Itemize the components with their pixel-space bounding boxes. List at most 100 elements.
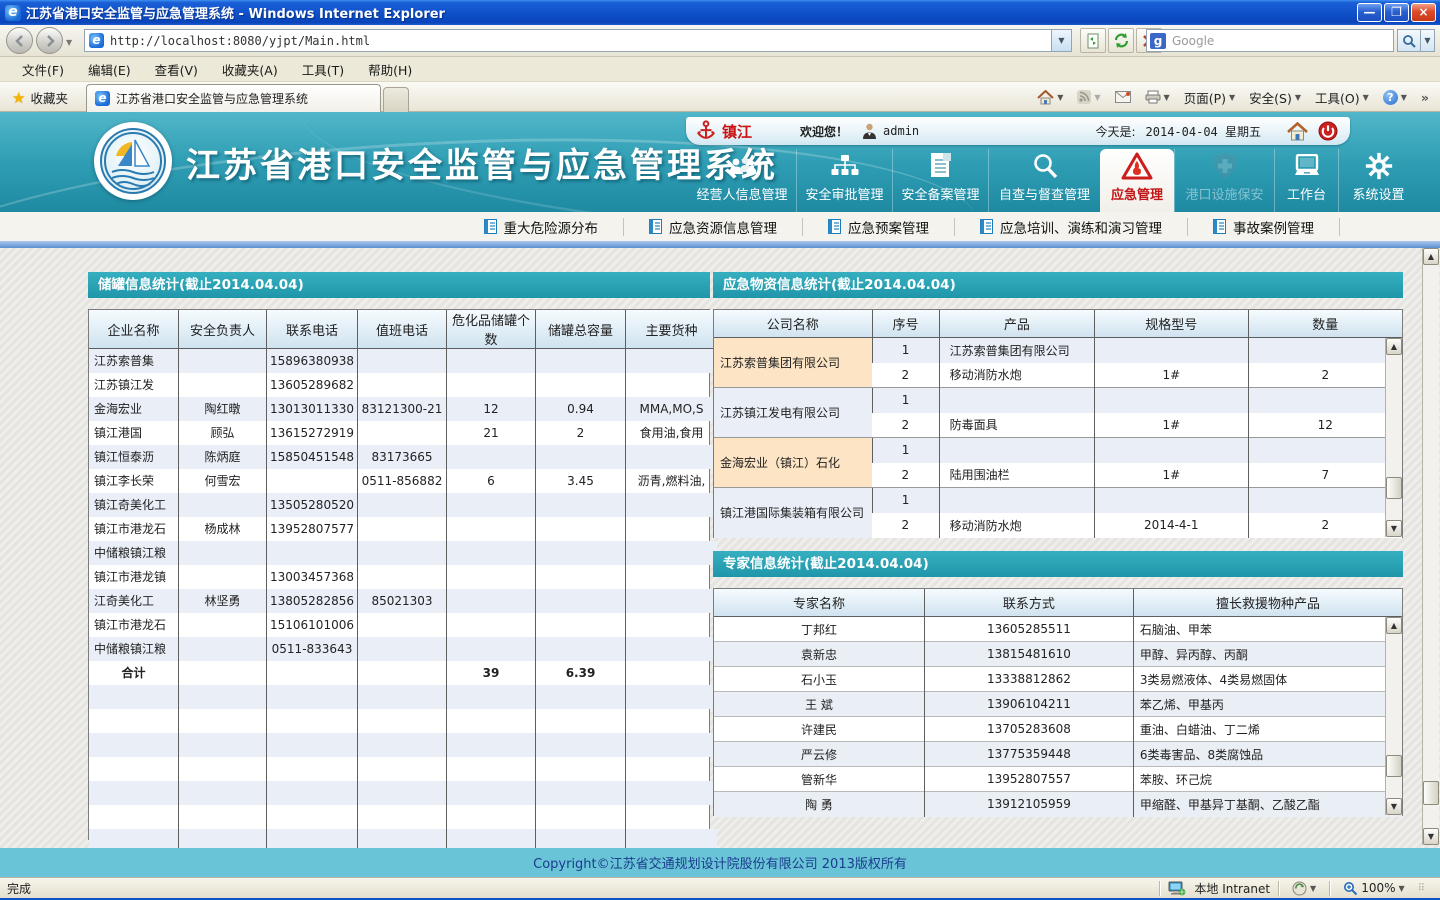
submenu-item-4[interactable]: 应急培训、演练和演习管理 (955, 218, 1188, 236)
table-cell: 2 (1248, 363, 1402, 388)
browser-tab[interactable]: e 江苏省港口安全监管与应急管理系统 (86, 84, 381, 112)
address-dropdown-button[interactable]: ▼ (1052, 29, 1072, 52)
history-dropdown[interactable]: ▼ (66, 38, 72, 47)
restore-button[interactable]: ❐ (1384, 3, 1409, 22)
search-go-button[interactable] (1397, 29, 1421, 52)
nav-item-label: 安全备案管理 (901, 184, 979, 203)
nav-item-port-security[interactable]: 港口设施保安 (1174, 149, 1274, 212)
safety-menu[interactable]: 安全(S)▼ (1244, 85, 1306, 110)
nav-item-safety-approval[interactable]: 安全审批管理 (796, 149, 892, 212)
nav-item-workbench[interactable]: 工作台 (1274, 149, 1338, 212)
table-cell: 83173665 (358, 445, 447, 469)
table-cell (626, 685, 718, 709)
forward-button[interactable] (36, 27, 63, 54)
tab-ie-icon: e (95, 91, 110, 106)
overflow-chevron[interactable]: » (1416, 87, 1434, 108)
feeds-button[interactable]: ▼ (1072, 87, 1105, 107)
table-cell (179, 685, 267, 709)
menu-item[interactable]: 工具(T) (290, 58, 356, 81)
experts-scrollbar[interactable]: ▲ ▼ (1385, 617, 1402, 815)
scroll-down-button[interactable]: ▼ (1423, 828, 1439, 845)
scroll-up-button[interactable]: ▲ (1386, 617, 1402, 634)
submenu-item-5[interactable]: 事故案例管理 (1188, 218, 1340, 236)
scroll-down-button[interactable]: ▼ (1386, 520, 1402, 537)
read-mail-button[interactable] (1110, 88, 1136, 106)
table-cell: 苯乙烯、甲基丙 (1133, 692, 1402, 717)
nav-item-settings[interactable]: 系统设置 (1338, 149, 1418, 212)
main-nav: 经营人信息管理安全审批管理安全备案管理自查与督查管理应急管理港口设施保安工作台系… (688, 149, 1440, 212)
scroll-down-button[interactable]: ▼ (1386, 798, 1402, 815)
logout-power-icon[interactable] (1318, 121, 1338, 141)
search-options-dropdown[interactable]: ▼ (1421, 29, 1435, 52)
scroll-thumb[interactable] (1386, 477, 1402, 499)
table-cell (1248, 488, 1402, 513)
menu-item[interactable]: 收藏夹(A) (210, 58, 290, 81)
minimize-button[interactable]: — (1357, 3, 1382, 22)
table-cell (179, 373, 267, 397)
table-cell (536, 709, 626, 733)
resize-grip[interactable]: ⠿ (1418, 883, 1426, 894)
close-button[interactable]: × (1411, 3, 1436, 22)
menu-item[interactable]: 编辑(E) (76, 58, 143, 81)
tools-menu[interactable]: 工具(O)▼ (1310, 85, 1374, 110)
table-cell (447, 637, 536, 661)
table-cell (447, 613, 536, 637)
table-cell (358, 565, 447, 589)
new-tab-stub[interactable] (383, 87, 409, 112)
table-cell (179, 541, 267, 565)
scroll-thumb[interactable] (1386, 755, 1402, 777)
table-cell: 中储粮镇江粮 (89, 541, 179, 565)
table-cell (1248, 388, 1402, 413)
nav-item-operator-info[interactable]: 经营人信息管理 (688, 149, 796, 212)
nav-item-emergency[interactable]: 应急管理 (1100, 149, 1174, 212)
table-row: 镇江恒泰沥陈炳庭1585045154883173665 (89, 445, 717, 469)
page-scrollbar[interactable]: ▲ ▼ (1422, 248, 1439, 845)
table-cell: 苯胺、环己烷 (1133, 767, 1402, 792)
refresh-button[interactable] (1108, 28, 1134, 53)
table-row (89, 805, 717, 829)
menu-item[interactable]: 帮助(H) (356, 58, 424, 81)
help-button[interactable]: ? ▼ (1378, 87, 1412, 108)
submenu-item-2[interactable]: 应急资源信息管理 (624, 218, 803, 236)
home-shortcut-icon[interactable] (1287, 122, 1308, 141)
menu-item[interactable]: 文件(F) (10, 58, 76, 81)
company-cell: 江苏索普集团有限公司 (714, 338, 872, 388)
address-input[interactable]: e http://localhost:8080/yjpt/Main.html (84, 29, 1052, 52)
protected-mode-button[interactable]: ▼ (1287, 878, 1321, 899)
submenu-item-3[interactable]: 应急预案管理 (803, 218, 955, 236)
people-icon (727, 153, 757, 180)
back-button[interactable] (6, 27, 33, 54)
menu-item[interactable]: 查看(V) (143, 58, 210, 81)
welcome-strip: 镇江 欢迎您！ admin 今天是: 2014-04-04 星期五 (686, 117, 1350, 145)
submenu-item-1[interactable]: 重大危险源分布 (459, 218, 625, 236)
table-row: 中储粮镇江粮0511-833643 (89, 637, 717, 661)
table-cell: 13615272919 (267, 421, 358, 445)
column-header: 储罐总容量 (536, 310, 626, 349)
rss-icon (1077, 90, 1091, 104)
print-button[interactable]: ▼ (1140, 87, 1175, 107)
table-cell: MMA,MO,S (626, 397, 718, 421)
scroll-thumb[interactable] (1423, 781, 1439, 805)
home-button[interactable]: ▼ (1032, 87, 1068, 108)
nav-item-self-inspection[interactable]: 自查与督查管理 (988, 149, 1100, 212)
command-bar: ▼ ▼ ▼ 页面(P)▼ 安全(S)▼ 工具(O)▼ ? ▼ » (1032, 82, 1434, 112)
today-label: 今天是: (1095, 123, 1135, 140)
site-logo (94, 122, 172, 200)
region-label: 镇江 (722, 121, 752, 142)
favorites-button[interactable]: ★ 收藏夹 (4, 86, 76, 109)
security-zone-label: 本地 Intranet (1194, 880, 1270, 897)
doc-small-icon (484, 219, 497, 234)
table-cell (536, 589, 626, 613)
nav-item-safety-filing[interactable]: 安全备案管理 (892, 149, 988, 212)
compatibility-view-button[interactable] (1080, 28, 1106, 53)
scroll-up-button[interactable]: ▲ (1386, 338, 1402, 355)
supplies-scrollbar[interactable]: ▲ ▼ (1385, 338, 1402, 537)
page-menu[interactable]: 页面(P)▼ (1179, 85, 1240, 110)
zoom-control[interactable]: 100% ▼ (1338, 878, 1409, 899)
table-cell (626, 445, 718, 469)
table-cell (536, 637, 626, 661)
scroll-up-button[interactable]: ▲ (1423, 248, 1439, 265)
search-input[interactable]: g Google (1146, 29, 1394, 52)
status-bar: 完成 本地 Intranet ▼ 100% ▼ ⠿ (0, 877, 1440, 898)
table-cell (447, 757, 536, 781)
